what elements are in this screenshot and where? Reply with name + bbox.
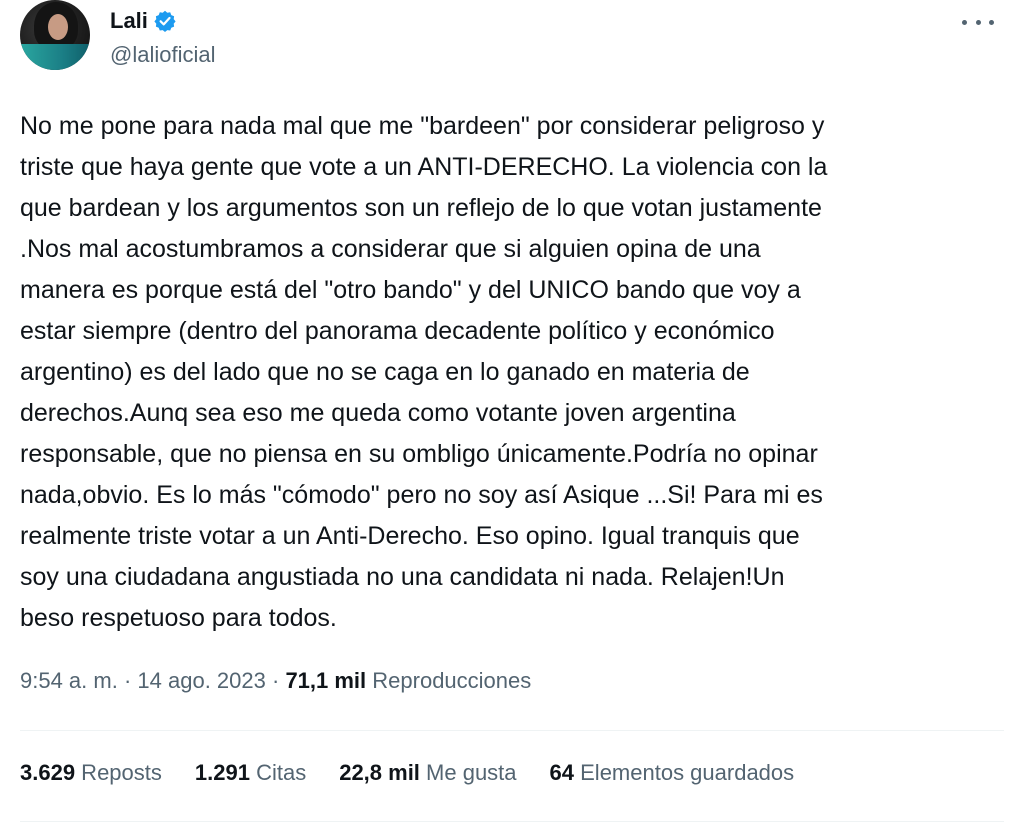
tweet-time[interactable]: 9:54 a. m. [20,668,118,693]
more-dot [989,19,994,25]
likes-stat[interactable]: 22,8 mil Me gusta [339,760,516,786]
tweet-meta: 9:54 a. m. · 14 ago. 2023 · 71,1 mil Rep… [20,668,531,694]
reposts-label: Reposts [75,760,162,785]
bookmarks-stat[interactable]: 64 Elementos guardados [550,760,795,786]
tweet-card: Lali @lalioficial No me pone para nada m… [0,0,1024,831]
avatar-face [48,14,68,40]
tweet-line: beso respetuoso para todos. [20,604,337,632]
avatar[interactable] [20,0,90,70]
tweet-line: responsable, que no piensa en su ombligo… [20,440,818,468]
avatar-clothing [20,44,90,70]
author-name-row[interactable]: Lali [110,8,176,34]
handle[interactable]: @lalioficial [110,42,215,68]
reposts-count: 3.629 [20,760,76,785]
tweet-line: soy una ciudadana angustiada no una cand… [20,563,785,591]
divider [20,821,1004,822]
tweet-text: No me pone para nada mal que me "bardeen… [20,106,1000,639]
tweet-line: manera es porque está del "otro bando" y… [20,276,801,304]
bookmarks-count: 64 [549,760,575,785]
more-dot [962,19,967,25]
reposts-stat[interactable]: 3.629 Reposts [20,760,162,786]
tweet-line: nada,obvio. Es lo más "cómodo" pero no s… [20,481,823,509]
engagement-stats: 3.629 Reposts 1.291 Citas 22,8 mil Me gu… [20,760,827,786]
more-dot [975,19,981,25]
more-options-icon[interactable] [962,10,994,34]
bookmarks-label: Elementos guardados [574,760,795,785]
display-name[interactable]: Lali [110,8,148,34]
likes-count: 22,8 mil [339,760,420,785]
tweet-line: realmente triste votar a un Anti-Derecho… [20,522,800,550]
tweet-line: No me pone para nada mal que me "bardeen… [20,112,825,140]
tweet-date[interactable]: 14 ago. 2023 [137,668,265,693]
views-count: 71,1 mil [285,668,367,693]
tweet-line: que bardean y los argumentos son un refl… [20,194,822,222]
meta-separator: · [117,668,138,693]
tweet-line: estar siempre (dentro del panorama decad… [20,317,775,345]
likes-label: Me gusta [419,760,517,785]
quotes-stat[interactable]: 1.291 Citas [195,760,306,786]
tweet-line: .Nos mal acostumbramos a considerar que … [20,235,761,263]
quotes-label: Citas [249,760,307,785]
tweet-line: derechos.Aunq sea eso me queda como vota… [20,399,736,427]
divider [20,730,1004,731]
verified-badge-icon [154,10,176,32]
tweet-line: argentino) es del lado que no se caga en… [20,358,750,386]
quotes-count: 1.291 [194,760,250,785]
tweet-line: triste que haya gente que vote a un ANTI… [20,153,828,181]
views-label: Reproducciones [366,668,532,693]
meta-separator: · [265,668,286,693]
